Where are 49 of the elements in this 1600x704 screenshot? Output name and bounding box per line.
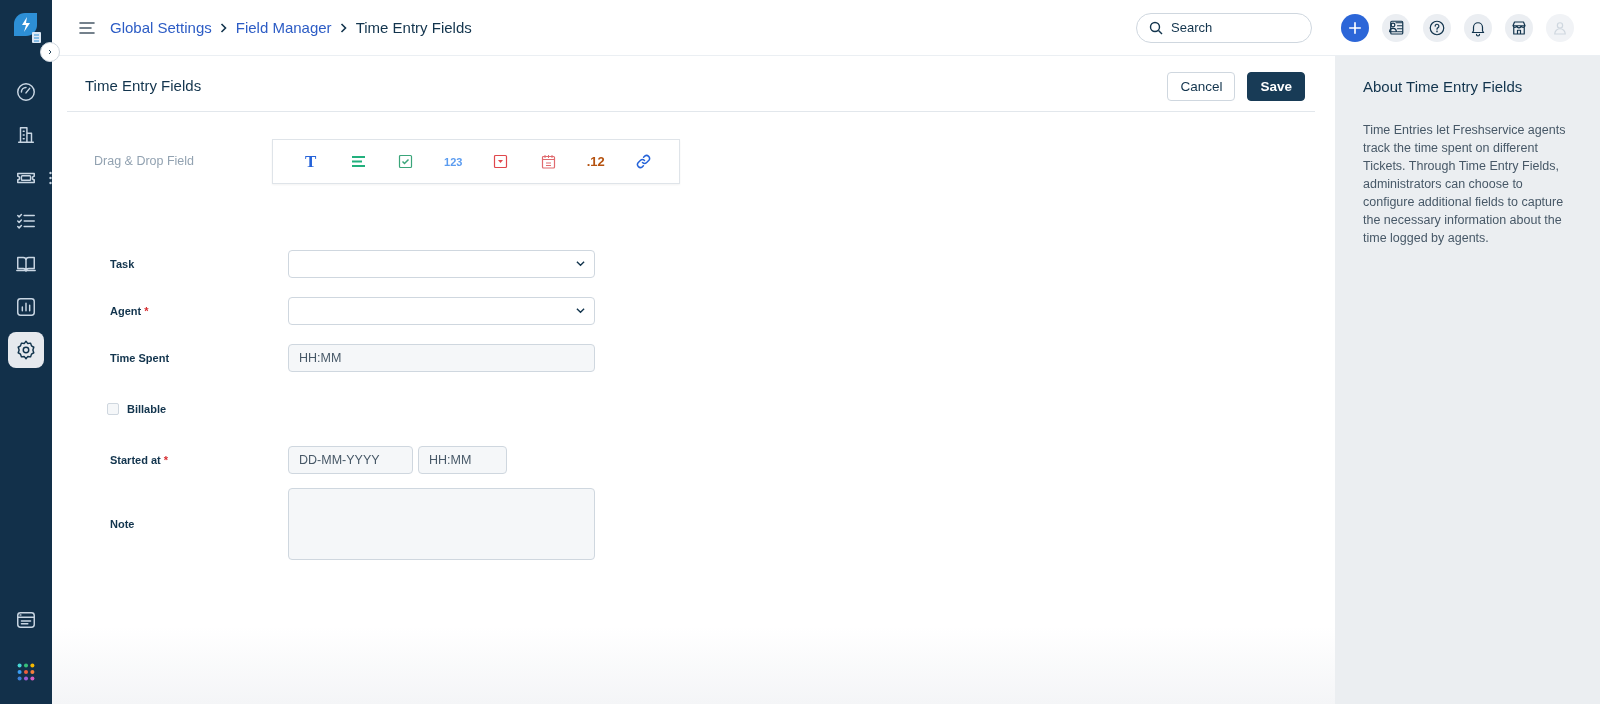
field-label: Started at [110, 453, 161, 466]
required-mark: * [144, 304, 149, 317]
chevron-down-icon [576, 260, 585, 267]
text-field-type[interactable]: T [305, 151, 317, 172]
speedometer-icon [15, 81, 37, 103]
palette-label: Drag & Drop Field [94, 154, 196, 168]
chevron-right-icon [47, 47, 53, 57]
required-mark: * [163, 453, 169, 466]
expand-button[interactable] [40, 42, 60, 62]
save-button[interactable]: Save [1247, 72, 1305, 101]
bar-chart-icon [15, 296, 37, 318]
cancel-button[interactable]: Cancel [1167, 72, 1236, 101]
more-icon [49, 171, 52, 185]
dropdown-field[interactable] [288, 296, 595, 325]
browser-window-icon [15, 609, 37, 631]
building-icon [15, 124, 37, 146]
storefront-icon [1510, 18, 1528, 37]
breadcrumb-link[interactable]: Field Manager [235, 19, 332, 36]
checkbox[interactable] [107, 402, 119, 415]
notifications-button[interactable] [1464, 13, 1492, 42]
contact-list-icon [1387, 18, 1405, 37]
checkbox-label: Billable [127, 402, 167, 415]
breadcrumb-link[interactable]: Global Settings [110, 19, 212, 36]
chevron-right-icon [339, 22, 348, 33]
date-field[interactable]: DD-MM-YYYY [288, 445, 413, 474]
field-label: Time Spent [110, 351, 171, 364]
dropdown-field[interactable] [288, 249, 595, 278]
decimal-field-type[interactable]: .12 [586, 154, 605, 169]
chevron-down-icon [576, 307, 585, 314]
field-label: Note [110, 518, 136, 530]
search-field[interactable]: Search [1136, 12, 1312, 43]
contacts-button[interactable] [1382, 13, 1410, 42]
time-field[interactable]: HH:MM [418, 445, 507, 474]
marketplace-button[interactable] [1505, 13, 1533, 42]
sidebar-item[interactable] [8, 332, 44, 368]
add-button[interactable] [1341, 13, 1369, 42]
text-field[interactable]: HH:MM [288, 343, 595, 372]
chevron-right-icon [219, 22, 228, 33]
panel-title: About Time Entry Fields [1363, 78, 1524, 95]
settings-icon [15, 339, 37, 361]
breadcrumb-current: Time Entry Fields [355, 19, 472, 36]
field-label: Task [110, 257, 136, 270]
help-button[interactable] [1423, 13, 1451, 42]
panel-description: Time Entries let Freshservice agents track the time spent on different Tickets. Through Time Entry Fields, administrators can choose to configure additional fields to capture the necessary information about the time logged by agents. [1363, 122, 1567, 247]
page-title: Time Entry Fields [85, 77, 203, 94]
apps-grid-icon [15, 661, 37, 683]
search-icon [1149, 20, 1163, 35]
help-icon [1428, 18, 1446, 37]
field-label: Agent [110, 304, 142, 317]
